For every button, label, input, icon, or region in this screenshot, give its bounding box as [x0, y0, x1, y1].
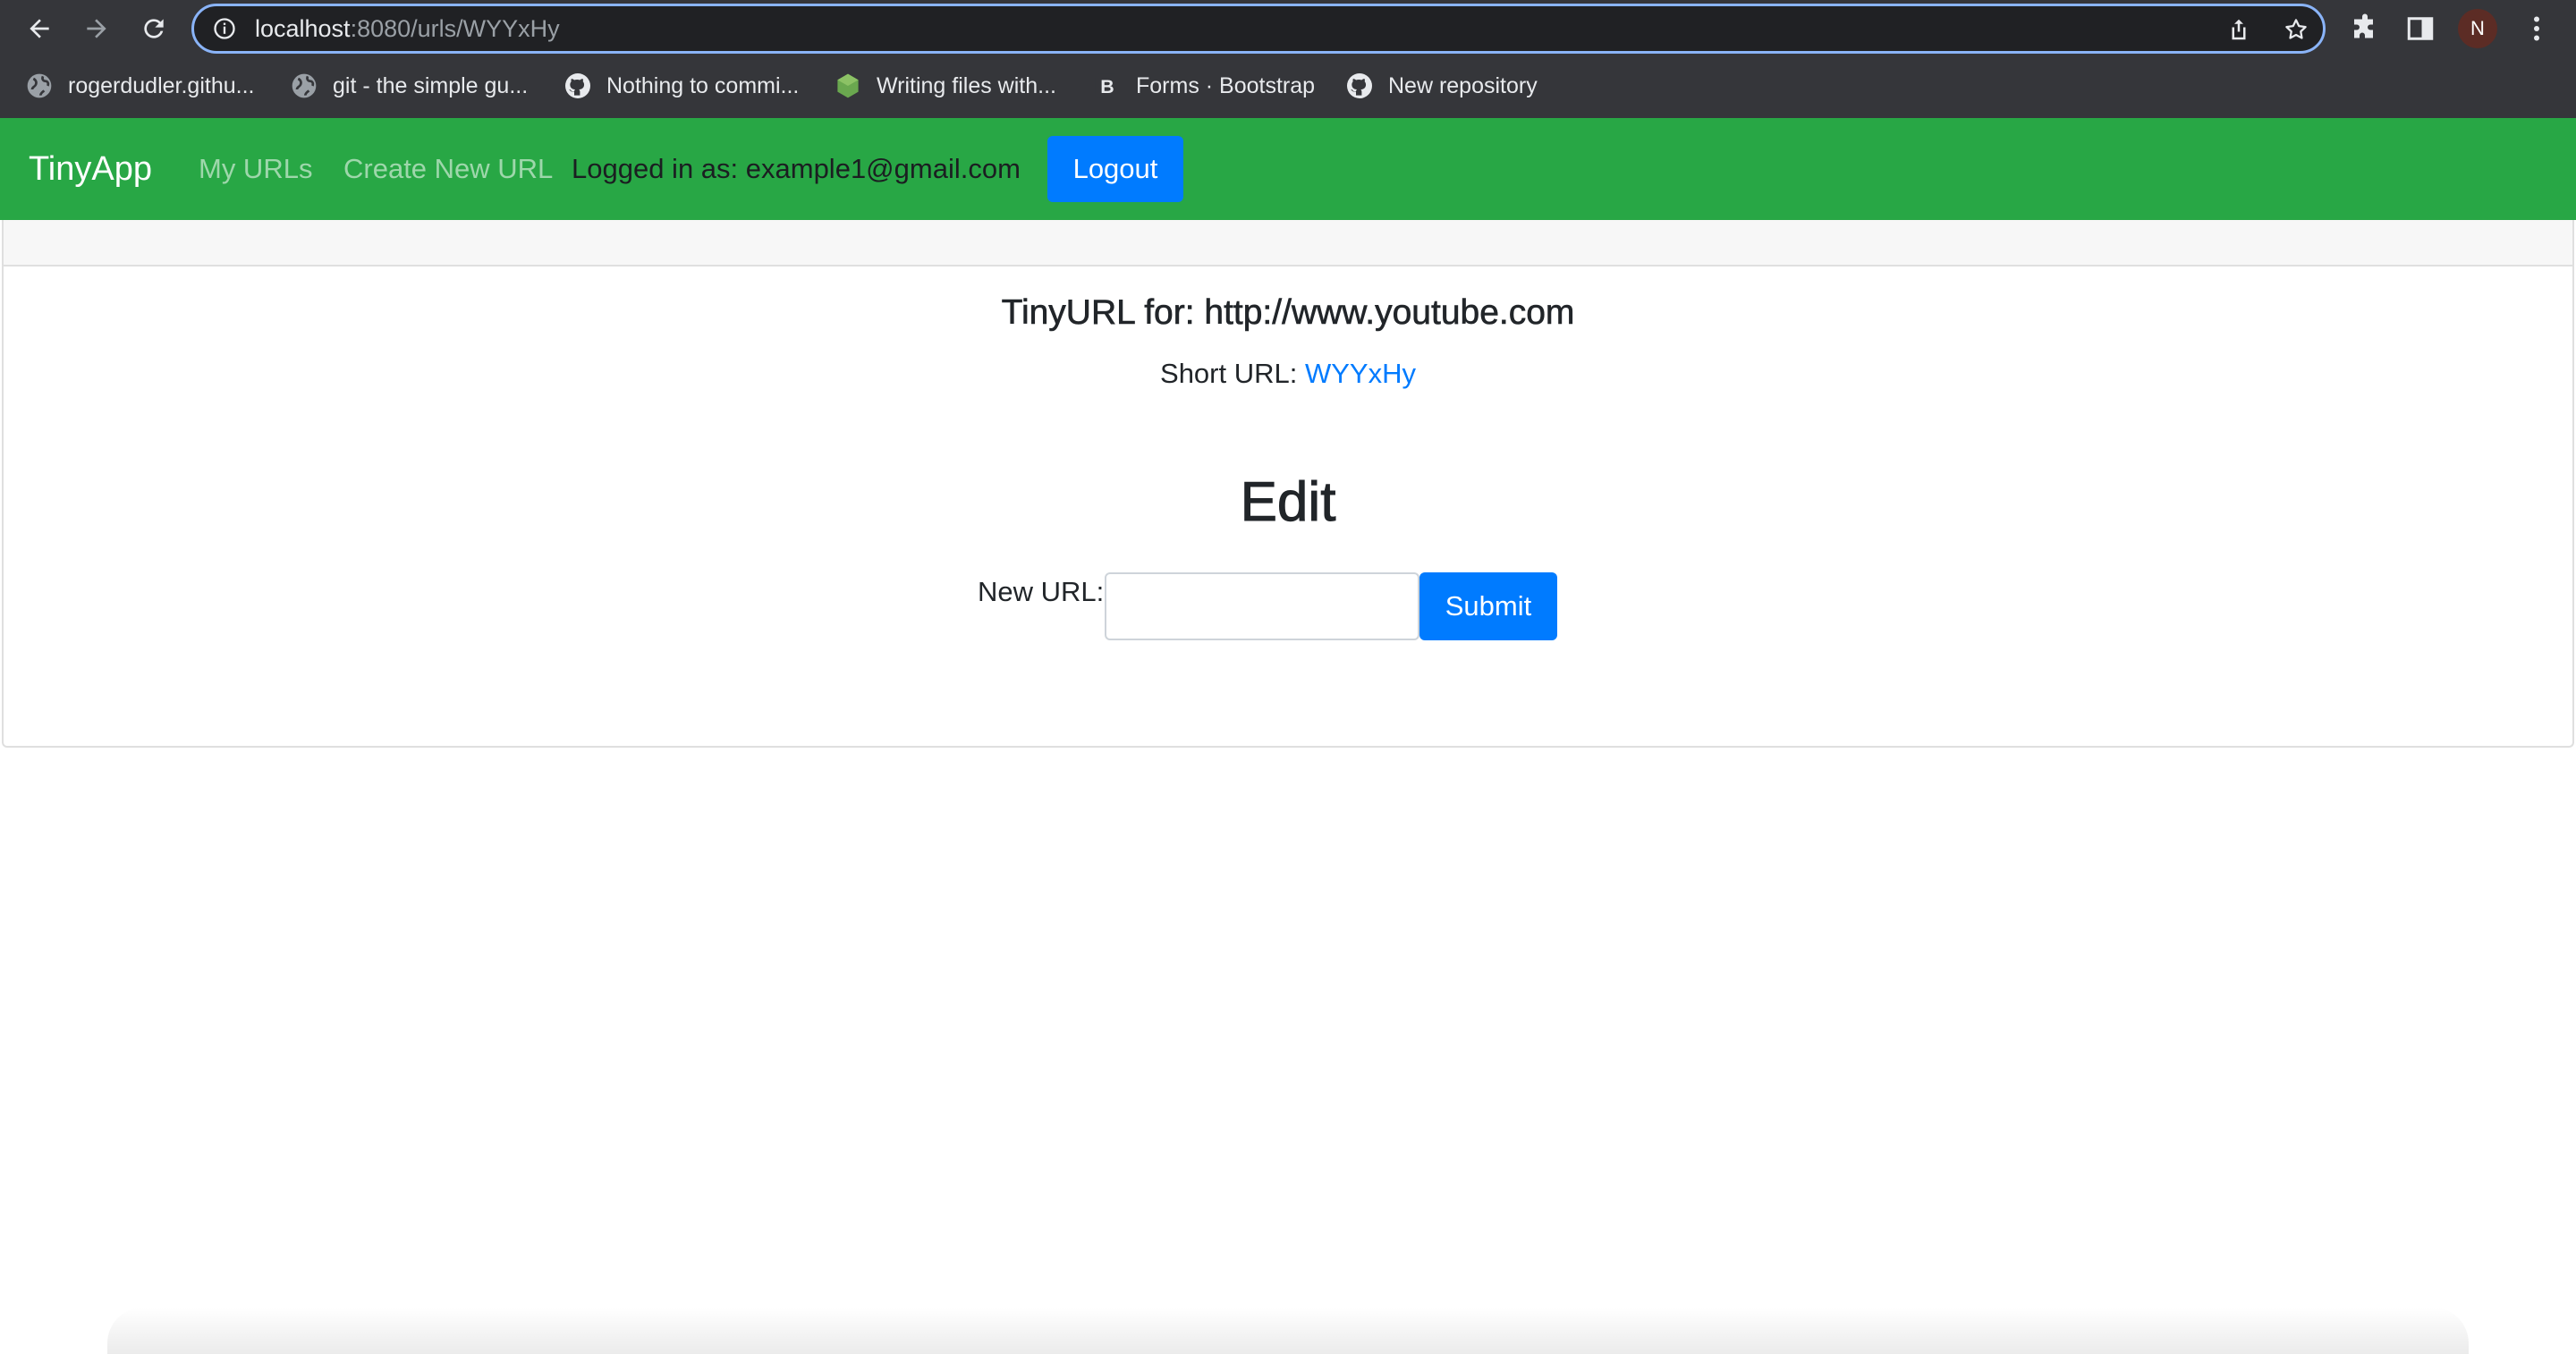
- browser-toolbar: localhost:8080/urls/WYYxHy N: [0, 0, 2576, 57]
- card-title: TinyURL for: http://www.youtube.com: [1001, 293, 1575, 333]
- logged-in-status: Logged in as: example1@gmail.com: [572, 153, 1021, 184]
- bookmark-item[interactable]: rogerdudler.githu...: [25, 63, 254, 109]
- url-text[interactable]: localhost:8080/urls/WYYxHy: [255, 6, 560, 51]
- reload-icon: [144, 19, 164, 38]
- bookmark-item[interactable]: New repository: [1345, 63, 1538, 109]
- arrow-right-icon: [87, 19, 106, 38]
- short-url-link[interactable]: WYYxHy: [1305, 358, 1416, 389]
- bookmark-label: New repository: [1388, 72, 1538, 98]
- url-card: TinyURL for: http://www.youtube.com Shor…: [2, 220, 2574, 748]
- share-icon[interactable]: [2225, 16, 2252, 43]
- bookmark-label: git - the simple gu...: [333, 72, 529, 98]
- side-panel-icon[interactable]: [2404, 13, 2436, 45]
- brand-link[interactable]: TinyApp: [29, 118, 152, 220]
- edit-heading: Edit: [1240, 471, 1336, 534]
- arrow-left-icon: [30, 19, 49, 38]
- bookmark-label: Nothing to commi...: [606, 72, 800, 98]
- url-host: localhost: [255, 15, 351, 42]
- back-button[interactable]: [18, 7, 61, 50]
- bookmark-item[interactable]: git - the simple gu...: [290, 63, 528, 109]
- address-bar[interactable]: localhost:8080/urls/WYYxHy: [191, 4, 2326, 54]
- short-url-label: Short URL:: [1160, 358, 1305, 389]
- extensions-icon[interactable]: [2349, 13, 2381, 45]
- bookmark-label: Forms · Bootstrap: [1136, 72, 1316, 98]
- github-icon: [565, 73, 590, 98]
- logout-button[interactable]: Logout: [1047, 136, 1183, 202]
- profile-avatar[interactable]: N: [2458, 9, 2497, 48]
- more-menu-icon[interactable]: [2521, 13, 2553, 45]
- bookmarks-bar: rogerdudler.githu... git - the simple gu…: [0, 63, 2576, 109]
- bookmark-item[interactable]: Writing files with...: [834, 63, 1056, 109]
- info-icon[interactable]: [212, 16, 237, 41]
- globe-icon: [292, 73, 317, 98]
- bookmark-item[interactable]: Nothing to commi...: [564, 63, 799, 109]
- nodejs-icon: [837, 73, 859, 98]
- navbar: TinyApp My URLs Create New URL Logged in…: [0, 118, 2576, 220]
- star-icon[interactable]: [2283, 16, 2309, 43]
- nav-my-urls[interactable]: My URLs: [199, 118, 312, 220]
- bootstrap-icon: B: [1095, 73, 1120, 98]
- globe-icon: [27, 73, 52, 98]
- short-url-line: Short URL: WYYxHy: [4, 358, 2572, 390]
- reload-button[interactable]: [132, 7, 175, 50]
- nav-create-new-url[interactable]: Create New URL: [343, 118, 553, 220]
- browser-chrome: localhost:8080/urls/WYYxHy N rogerdudler…: [0, 0, 2576, 118]
- submit-button[interactable]: Submit: [1419, 572, 1557, 640]
- github-icon: [1347, 73, 1372, 98]
- new-url-input[interactable]: [1105, 572, 1419, 640]
- url-path: :8080/urls/WYYxHy: [350, 15, 560, 42]
- card-header: [4, 220, 2572, 267]
- page-content: TinyApp My URLs Create New URL Logged in…: [0, 118, 2576, 1354]
- forward-button[interactable]: [75, 7, 118, 50]
- bottom-shadow: [107, 1307, 2469, 1354]
- svg-text:B: B: [1100, 76, 1114, 97]
- bookmark-label: rogerdudler.githu...: [68, 72, 255, 98]
- bookmark-label: Writing files with...: [877, 72, 1056, 98]
- bookmark-item[interactable]: B Forms · Bootstrap: [1093, 63, 1315, 109]
- new-url-label: New URL:: [978, 576, 1105, 607]
